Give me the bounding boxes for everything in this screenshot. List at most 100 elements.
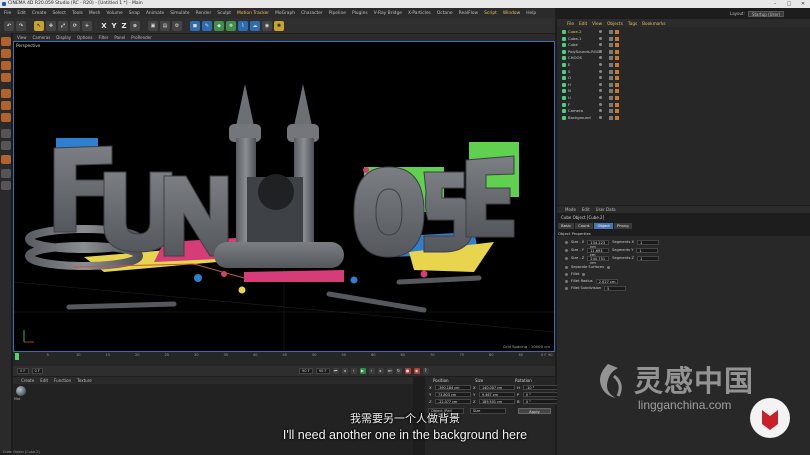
visibility-dot-icon[interactable] bbox=[599, 96, 602, 99]
position-y-field[interactable]: 73.803 cm bbox=[435, 391, 471, 397]
animate-dot-icon[interactable] bbox=[565, 286, 568, 290]
cube-primitive-icon[interactable]: ◼ bbox=[190, 20, 200, 31]
menu-item-edit[interactable]: Edit bbox=[17, 11, 26, 16]
rotation-h-field[interactable]: -10 ° bbox=[523, 384, 559, 390]
menu-item-plugins[interactable]: Plugins bbox=[352, 11, 368, 16]
move-icon[interactable]: ✥ bbox=[46, 20, 56, 31]
menu-item-character[interactable]: Character bbox=[301, 11, 323, 16]
material-tag-icon[interactable] bbox=[615, 115, 619, 120]
material-menu-create[interactable]: Create bbox=[21, 378, 34, 383]
object-menu-tags[interactable]: Tags bbox=[628, 21, 637, 26]
material-tag-icon[interactable] bbox=[615, 69, 619, 74]
prev-frame-icon[interactable]: ‹ bbox=[350, 368, 357, 374]
menu-item-realflow[interactable]: RealFlow bbox=[459, 11, 479, 16]
live-selection-icon[interactable]: ↖ bbox=[34, 20, 44, 31]
material-tag-icon[interactable] bbox=[615, 63, 619, 67]
object-row[interactable]: F bbox=[557, 102, 810, 108]
check-tag-icon[interactable] bbox=[609, 49, 613, 54]
animate-dot-icon[interactable] bbox=[565, 240, 568, 244]
object-row[interactable]: Cube.1 bbox=[557, 36, 810, 42]
visibility-dot-icon[interactable] bbox=[599, 56, 602, 60]
check-tag-icon[interactable] bbox=[609, 36, 613, 41]
animate-dot-icon[interactable] bbox=[565, 265, 568, 269]
position-z-field[interactable]: -22.077 cm bbox=[435, 398, 471, 404]
size-z-field[interactable]: 189.501 cm bbox=[479, 398, 515, 404]
material-preview-icon[interactable] bbox=[16, 386, 26, 396]
size-x-field[interactable]: 140.007 cm bbox=[479, 384, 515, 390]
subdivision-surface-icon[interactable]: ◆ bbox=[214, 20, 224, 31]
maximize-icon[interactable]: □ bbox=[782, 0, 796, 8]
planar-workplane-icon[interactable] bbox=[1, 181, 11, 190]
material-menu-edit[interactable]: Edit bbox=[40, 378, 48, 383]
enable-axis-icon[interactable] bbox=[1, 129, 11, 138]
fillet-value-field[interactable]: 5 bbox=[604, 285, 627, 291]
render-view-icon[interactable]: ▣ bbox=[148, 20, 158, 31]
material-tag-icon[interactable] bbox=[615, 89, 619, 94]
menu-item-snap[interactable]: Snap bbox=[129, 11, 140, 16]
visibility-dot-icon[interactable] bbox=[599, 109, 602, 113]
menu-item-v-ray-bridge[interactable]: V-Ray Bridge bbox=[374, 11, 402, 16]
menu-item-script[interactable]: Script bbox=[484, 11, 497, 16]
object-row[interactable]: H bbox=[557, 82, 810, 88]
rotation-b-field[interactable]: 0 ° bbox=[523, 398, 559, 404]
environment-icon[interactable]: ☁ bbox=[250, 20, 260, 31]
check-tag-icon[interactable] bbox=[609, 30, 613, 34]
timeline-ruler[interactable]: 0510152025303540455055606570758085900 F bbox=[13, 352, 555, 360]
record-icon[interactable]: ● bbox=[404, 368, 411, 374]
viewport-menu-display[interactable]: Display bbox=[56, 35, 71, 40]
fillet-value-field[interactable]: 2.027 cm bbox=[595, 278, 618, 284]
layout-dropdown[interactable]: Startup (User) bbox=[747, 10, 785, 17]
goto-start-icon[interactable]: ⏮ bbox=[332, 368, 339, 374]
visibility-dot-icon[interactable] bbox=[599, 76, 602, 80]
menu-item-animate[interactable]: Animate bbox=[146, 11, 164, 16]
animate-dot-icon[interactable] bbox=[565, 248, 568, 252]
visibility-dot-icon[interactable] bbox=[599, 36, 602, 40]
menu-item-window[interactable]: Window bbox=[503, 11, 520, 16]
checkbox-icon[interactable] bbox=[582, 272, 586, 276]
redo-icon[interactable]: ↷ bbox=[16, 20, 26, 31]
points-mode-icon[interactable] bbox=[1, 89, 11, 98]
edges-mode-icon[interactable] bbox=[1, 101, 11, 110]
start-frame-field[interactable]: 0 F bbox=[17, 368, 29, 374]
pen-spline-icon[interactable]: ✎ bbox=[202, 20, 212, 31]
animate-dot-icon[interactable] bbox=[565, 272, 568, 276]
viewport-menu-panel[interactable]: Panel bbox=[114, 35, 125, 40]
material-tag-icon[interactable] bbox=[615, 76, 619, 81]
menu-item-create[interactable]: Create bbox=[32, 11, 47, 16]
size-value-field[interactable]: 240.751 cm bbox=[587, 255, 610, 265]
menu-item-mesh[interactable]: Mesh bbox=[89, 11, 101, 16]
segments-field[interactable]: 1 bbox=[636, 239, 659, 245]
light-icon[interactable]: ✺ bbox=[274, 20, 284, 31]
rotation-p-field[interactable]: 0 ° bbox=[523, 391, 559, 397]
check-tag-icon[interactable] bbox=[609, 96, 613, 100]
material-tag-icon[interactable] bbox=[615, 56, 619, 61]
animate-dot-icon[interactable] bbox=[565, 256, 568, 260]
object-row[interactable]: U bbox=[557, 95, 810, 101]
menu-item-file[interactable]: File bbox=[4, 11, 11, 16]
menu-item-tools[interactable]: Tools bbox=[72, 11, 83, 16]
prev-key-icon[interactable]: ◂ bbox=[341, 368, 348, 374]
object-row[interactable]: Background bbox=[557, 115, 810, 121]
model-mode-icon[interactable] bbox=[1, 49, 11, 58]
menu-item-pipeline[interactable]: Pipeline bbox=[329, 11, 346, 16]
check-tag-icon[interactable] bbox=[609, 109, 613, 114]
check-tag-icon[interactable] bbox=[609, 63, 613, 67]
segments-field[interactable]: 1 bbox=[636, 255, 659, 261]
material-tag-icon[interactable] bbox=[615, 49, 619, 54]
next-frame-icon[interactable]: › bbox=[368, 368, 375, 374]
menu-item-render[interactable]: Render bbox=[196, 11, 212, 16]
loop-icon[interactable]: ↻ bbox=[395, 368, 402, 374]
attribute-menu-user-data[interactable]: User Data bbox=[596, 207, 616, 212]
check-tag-icon[interactable] bbox=[609, 102, 613, 107]
make-editable-icon[interactable] bbox=[1, 37, 11, 46]
recent-tools-icon[interactable]: + bbox=[82, 20, 92, 31]
edit-render-settings-icon[interactable]: ⚙ bbox=[172, 20, 182, 31]
deformer-icon[interactable]: ⌇ bbox=[238, 20, 248, 31]
visibility-dot-icon[interactable] bbox=[599, 115, 602, 119]
object-menu-file[interactable]: File bbox=[567, 21, 574, 26]
material-tag-icon[interactable] bbox=[615, 43, 619, 48]
snap-icon[interactable] bbox=[1, 155, 11, 164]
x-axis-toggle[interactable]: X bbox=[100, 21, 108, 31]
menu-item-sculpt[interactable]: Sculpt bbox=[217, 11, 231, 16]
viewport-menu-prorender[interactable]: ProRender bbox=[131, 35, 152, 40]
